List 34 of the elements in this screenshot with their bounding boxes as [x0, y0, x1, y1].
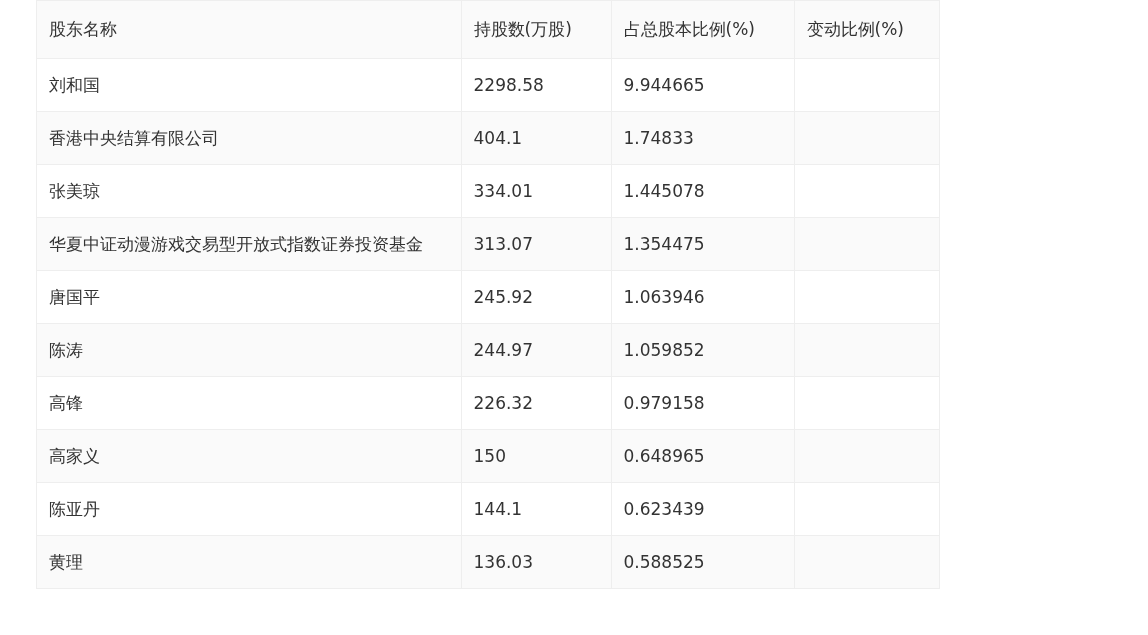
table-cell: 高锋	[36, 376, 461, 430]
table-cell: 144.1	[461, 482, 611, 536]
table-cell: 334.01	[461, 164, 611, 218]
table-cell: 唐国平	[36, 270, 461, 324]
table-cell: 226.32	[461, 376, 611, 430]
table-cell: 0.979158	[611, 376, 794, 430]
table-cell: 1.74833	[611, 111, 794, 165]
table-cell: 张美琼	[36, 164, 461, 218]
table-cell: 陈涛	[36, 323, 461, 377]
table-cell: 1.059852	[611, 323, 794, 377]
table-cell: 1.445078	[611, 164, 794, 218]
table-cell: 245.92	[461, 270, 611, 324]
table-cell: 404.1	[461, 111, 611, 165]
table-cell: 244.97	[461, 323, 611, 377]
table-cell: 150	[461, 429, 611, 483]
table-cell: 陈亚丹	[36, 482, 461, 536]
table-cell: 1.063946	[611, 270, 794, 324]
table-cell: 0.648965	[611, 429, 794, 483]
table-cell: 刘和国	[36, 58, 461, 112]
table-cell: 313.07	[461, 217, 611, 271]
table-cell: 136.03	[461, 535, 611, 589]
column-header: 变动比例(%)	[794, 0, 939, 59]
column-header: 占总股本比例(%)	[611, 0, 794, 59]
column-header: 股东名称	[36, 0, 461, 59]
table-cell: 黄理	[36, 535, 461, 589]
table-cell: 0.623439	[611, 482, 794, 536]
table-cell: 2298.58	[461, 58, 611, 112]
table-cell: 0.588525	[611, 535, 794, 589]
table-cell: 1.354475	[611, 217, 794, 271]
column-header: 持股数(万股)	[461, 0, 611, 59]
table-cell: 9.944665	[611, 58, 794, 112]
table-cell: 香港中央结算有限公司	[36, 111, 461, 165]
table-cell: 高家义	[36, 429, 461, 483]
table-cell: 华夏中证动漫游戏交易型开放式指数证券投资基金	[36, 217, 461, 271]
